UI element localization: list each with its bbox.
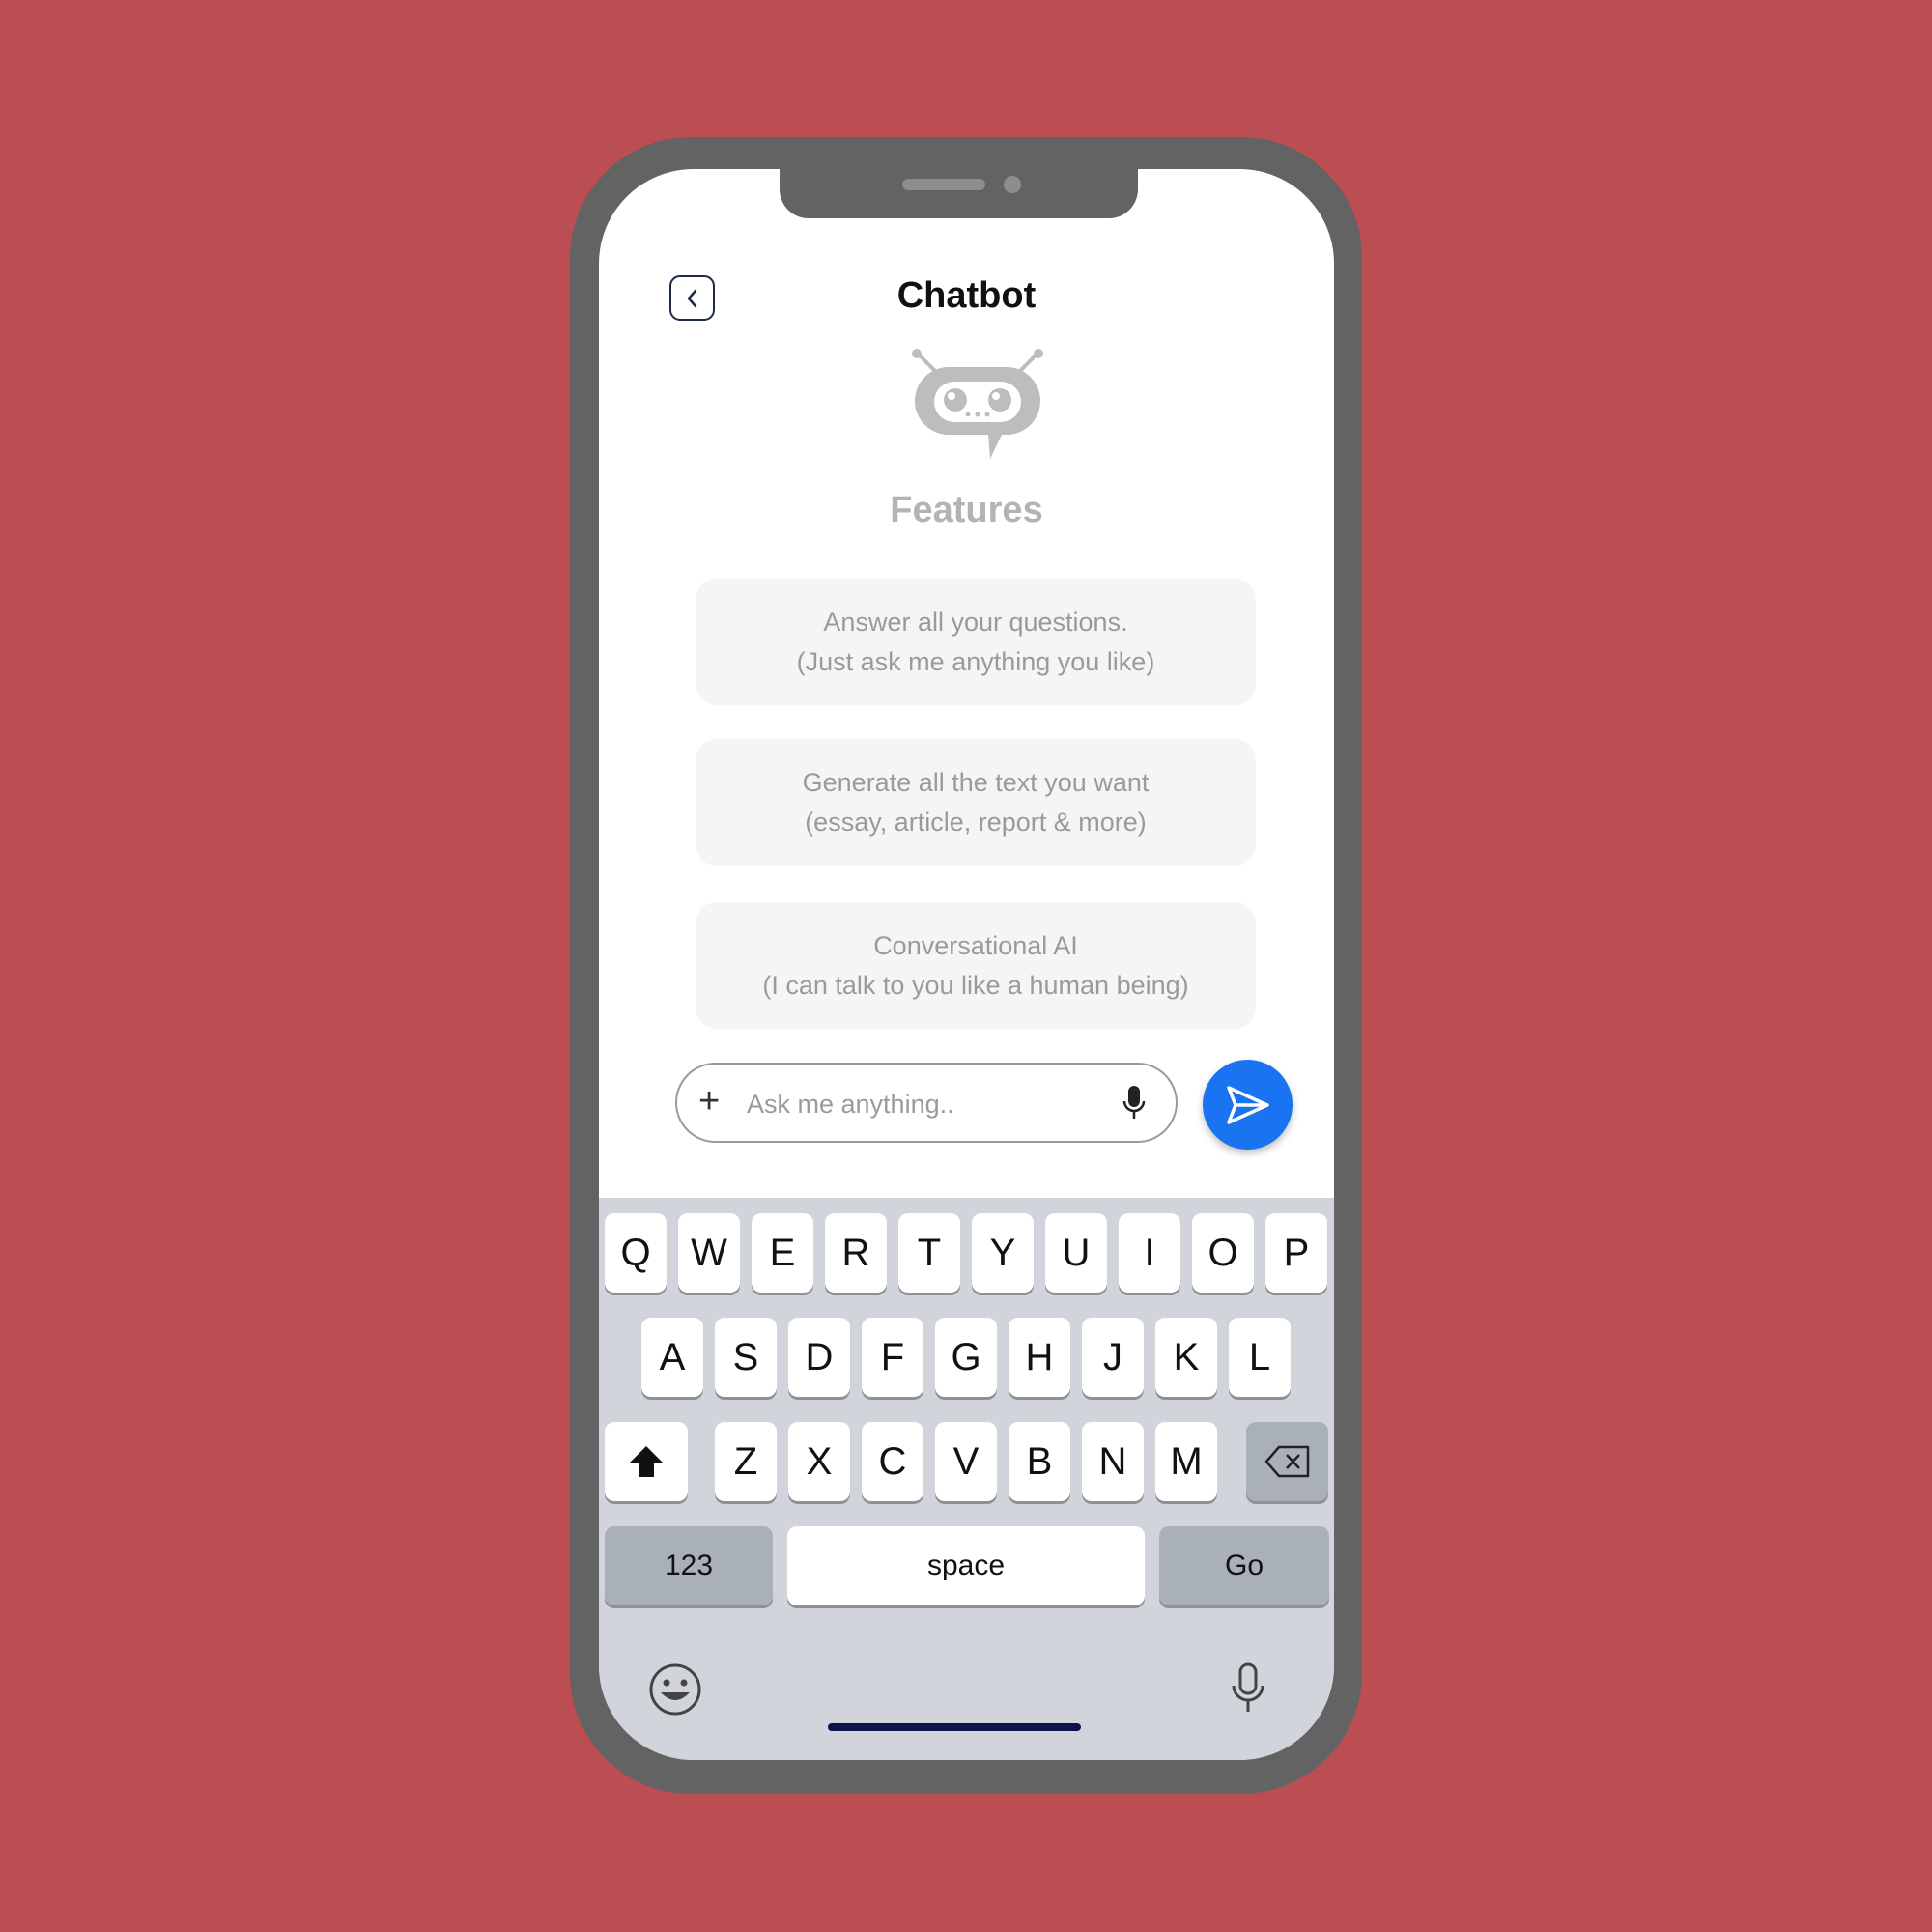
key-a[interactable]: A: [641, 1318, 703, 1397]
key-c[interactable]: C: [862, 1422, 923, 1501]
speaker: [902, 179, 985, 190]
chat-input[interactable]: [745, 1078, 1106, 1130]
feature-line-1: Generate all the text you want: [802, 767, 1150, 797]
key-o[interactable]: O: [1192, 1213, 1254, 1293]
key-q[interactable]: Q: [605, 1213, 667, 1293]
key-w[interactable]: W: [678, 1213, 740, 1293]
send-icon: [1226, 1085, 1269, 1124]
camera: [1004, 176, 1021, 193]
emoji-icon[interactable]: [647, 1662, 703, 1718]
key-d[interactable]: D: [788, 1318, 850, 1397]
plus-icon[interactable]: +: [698, 1082, 720, 1121]
mic-icon[interactable]: [1122, 1084, 1147, 1122]
key-v[interactable]: V: [935, 1422, 997, 1501]
feature-line-2: (essay, article, report & more): [805, 807, 1147, 837]
dictation-icon[interactable]: [1229, 1662, 1267, 1716]
page-title: Chatbot: [896, 275, 1037, 316]
key-p[interactable]: P: [1265, 1213, 1327, 1293]
feature-line-2: (I can talk to you like a human being): [762, 970, 1189, 1000]
keyboard: Q W E R T Y U I O P A S D F G H J K L Z …: [599, 1198, 1334, 1760]
notch: [780, 169, 1138, 218]
shift-key[interactable]: [605, 1422, 688, 1501]
key-t[interactable]: T: [898, 1213, 960, 1293]
feature-line-1: Conversational AI: [873, 930, 1078, 960]
key-m[interactable]: M: [1155, 1422, 1217, 1501]
key-r[interactable]: R: [825, 1213, 887, 1293]
key-j[interactable]: J: [1082, 1318, 1144, 1397]
key-i[interactable]: I: [1119, 1213, 1180, 1293]
key-s[interactable]: S: [715, 1318, 777, 1397]
space-key[interactable]: space: [787, 1526, 1145, 1605]
feature-card-questions[interactable]: Answer all your questions. (Just ask me …: [696, 579, 1256, 705]
key-x[interactable]: X: [788, 1422, 850, 1501]
send-button[interactable]: [1203, 1060, 1293, 1150]
key-n[interactable]: N: [1082, 1422, 1144, 1501]
key-f[interactable]: F: [862, 1318, 923, 1397]
feature-card-generate[interactable]: Generate all the text you want (essay, a…: [696, 739, 1256, 866]
chat-input-box: +: [675, 1063, 1178, 1143]
features-heading: Features: [890, 490, 1043, 530]
feature-card-conversational[interactable]: Conversational AI (I can talk to you lik…: [696, 902, 1256, 1029]
key-h[interactable]: H: [1009, 1318, 1070, 1397]
shift-icon: [629, 1446, 664, 1477]
feature-line-1: Answer all your questions.: [823, 607, 1128, 637]
phone-screen: Chatbot Features Answer all your questio…: [599, 169, 1334, 1760]
key-z[interactable]: Z: [715, 1422, 777, 1501]
numbers-key[interactable]: 123: [605, 1526, 773, 1605]
robot-icon: [912, 349, 1043, 459]
key-l[interactable]: L: [1229, 1318, 1291, 1397]
key-e[interactable]: E: [752, 1213, 813, 1293]
phone-frame: Chatbot Features Answer all your questio…: [570, 137, 1362, 1794]
go-key[interactable]: Go: [1159, 1526, 1329, 1605]
key-g[interactable]: G: [935, 1318, 997, 1397]
key-y[interactable]: Y: [972, 1213, 1034, 1293]
backspace-icon: [1264, 1445, 1309, 1478]
backspace-key[interactable]: [1246, 1422, 1328, 1501]
key-b[interactable]: B: [1009, 1422, 1070, 1501]
key-k[interactable]: K: [1155, 1318, 1217, 1397]
feature-line-2: (Just ask me anything you like): [796, 646, 1155, 676]
key-u[interactable]: U: [1045, 1213, 1107, 1293]
home-indicator: [828, 1723, 1081, 1731]
